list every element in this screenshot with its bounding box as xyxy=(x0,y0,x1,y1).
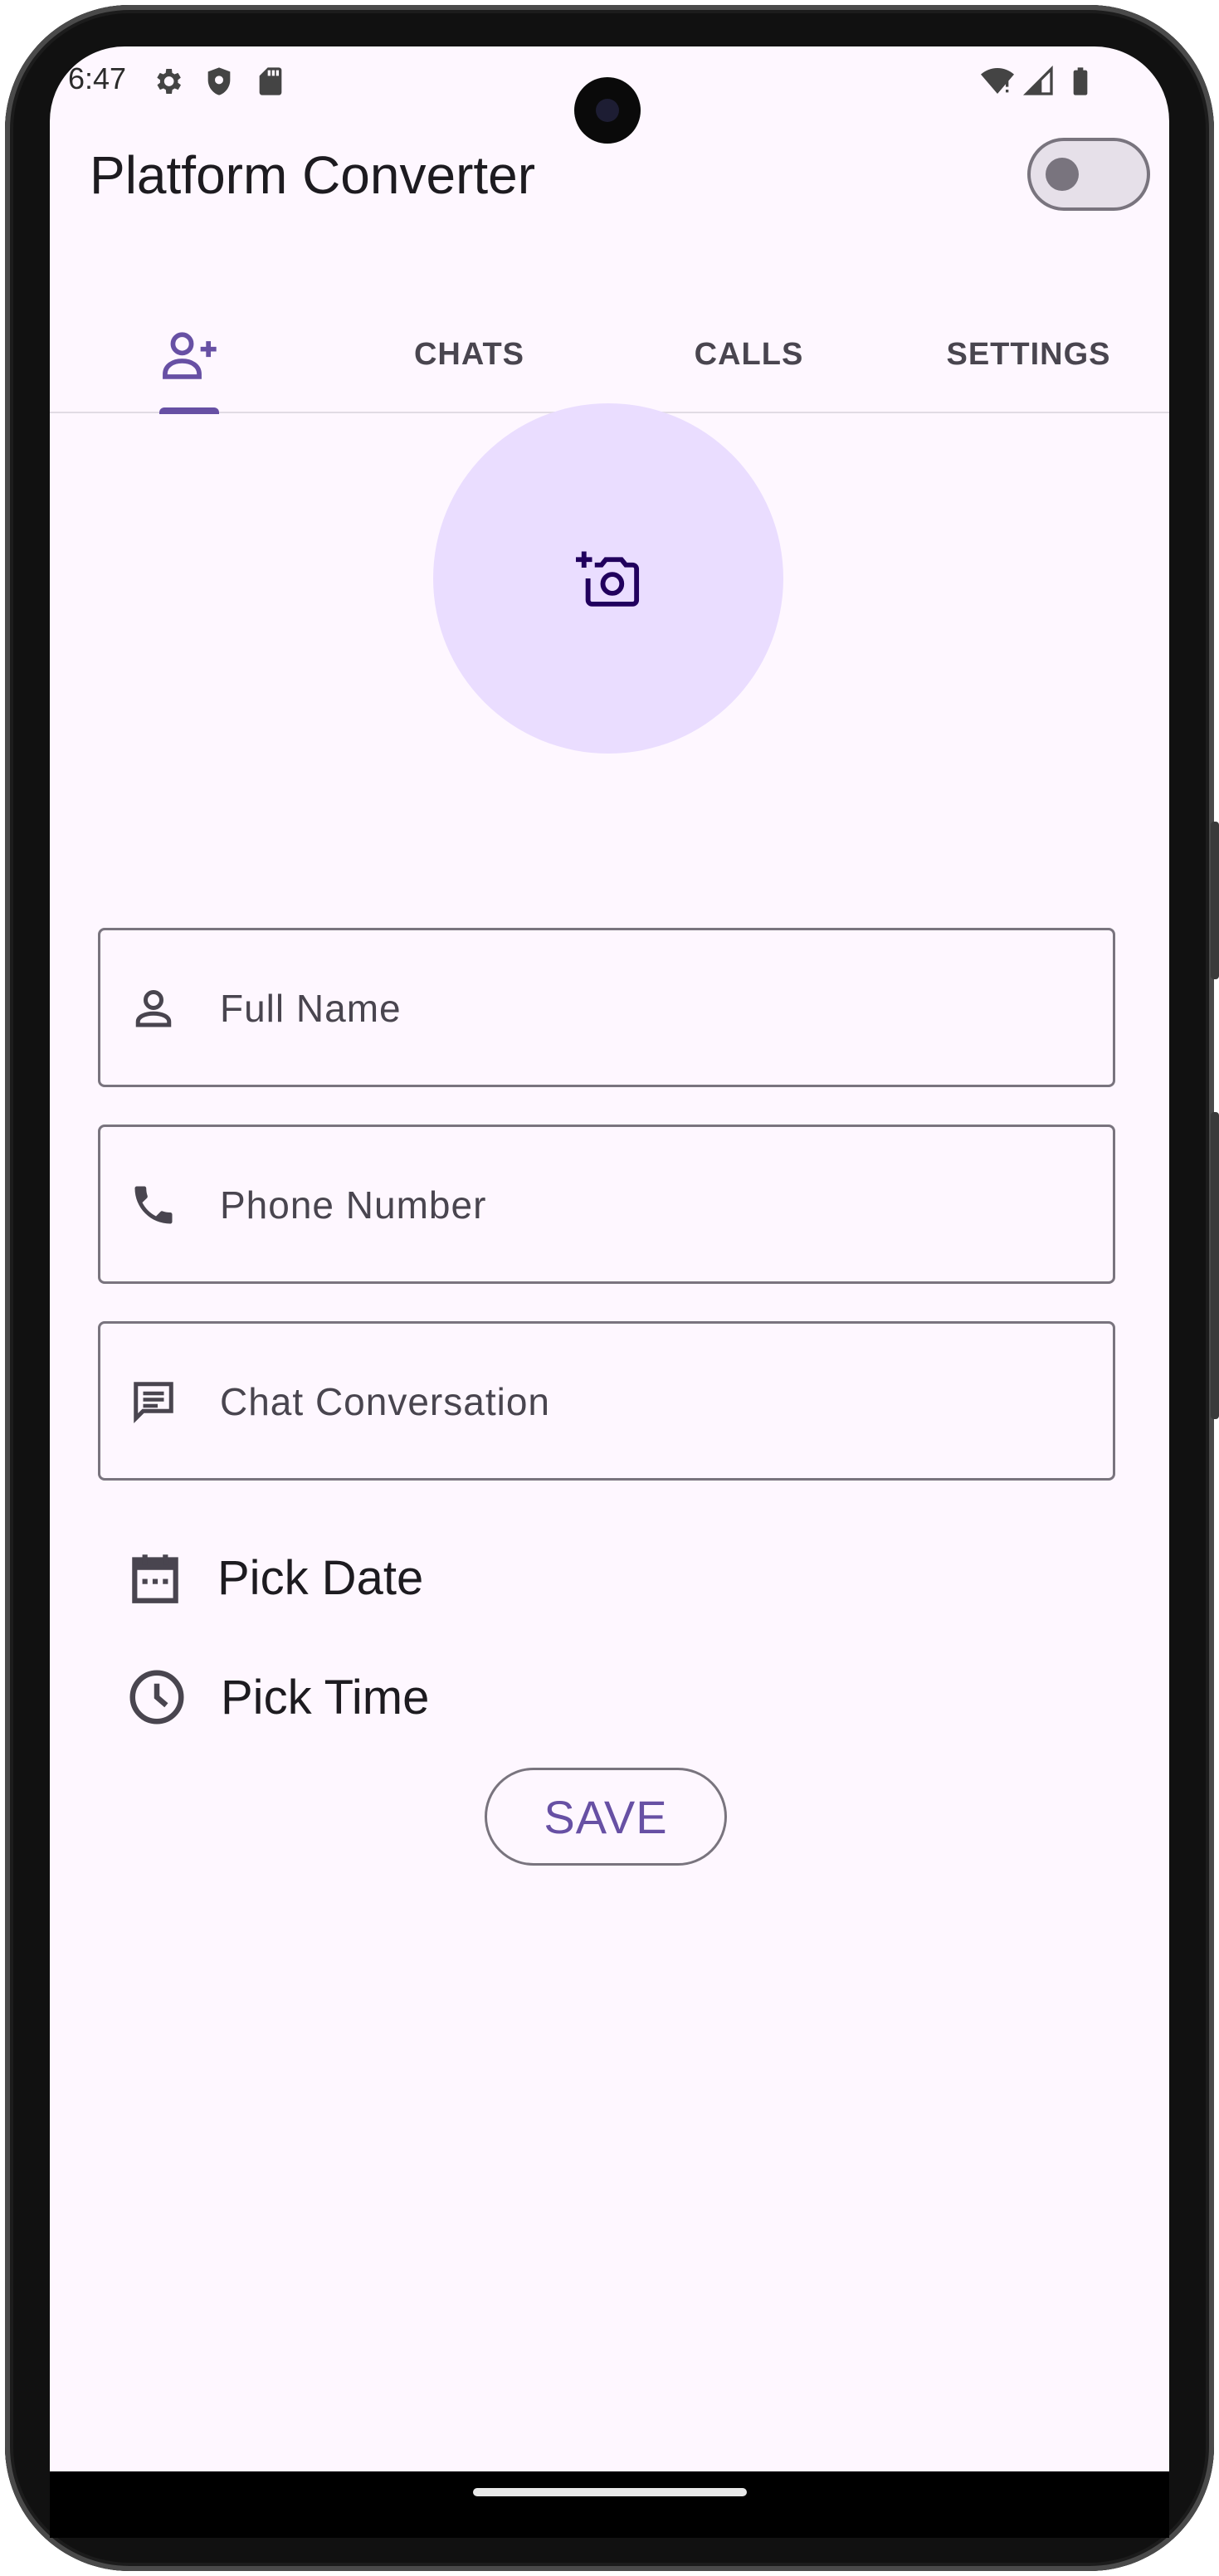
sd-card-icon xyxy=(259,67,282,95)
tab-chats-label: CHATS xyxy=(413,336,525,372)
app-title: Platform Converter xyxy=(90,145,536,205)
phone-number-input[interactable] xyxy=(218,1127,1085,1283)
home-indicator[interactable] xyxy=(473,2488,747,2496)
tab-calls-label: CALLS xyxy=(694,336,804,372)
tab-add-contact[interactable] xyxy=(50,295,329,414)
tab-bar: CHATS CALLS SETTINGS xyxy=(50,295,1169,414)
add-photo-icon xyxy=(576,551,640,607)
save-button[interactable]: SAVE xyxy=(485,1768,727,1866)
add-person-icon xyxy=(162,332,217,379)
front-camera xyxy=(574,77,641,144)
status-time: 6:47 xyxy=(68,61,127,95)
tab-settings[interactable]: SETTINGS xyxy=(889,295,1168,413)
pick-date-label: Pick Date xyxy=(217,1550,424,1605)
tab-chats[interactable]: CHATS xyxy=(329,295,609,413)
app-screen: 6:47 Platform Converter CHATS CALLS SETT… xyxy=(50,46,1169,2471)
wifi-icon xyxy=(981,68,1014,94)
calendar-icon xyxy=(132,1554,178,1603)
tab-settings-label: SETTINGS xyxy=(946,336,1111,372)
power-button xyxy=(1211,1112,1219,1419)
full-name-field[interactable] xyxy=(98,928,1115,1087)
full-name-input[interactable] xyxy=(218,930,1085,1086)
settings-icon xyxy=(157,69,181,94)
tab-selected-indicator xyxy=(159,407,219,414)
chat-icon xyxy=(134,1382,173,1424)
cell-signal-icon xyxy=(1022,65,1053,95)
shield-icon xyxy=(207,67,231,95)
phone-frame: 6:47 Platform Converter CHATS CALLS SETT… xyxy=(0,0,1219,2576)
phone-number-field[interactable] xyxy=(98,1125,1115,1284)
avatar-picker[interactable] xyxy=(433,403,783,754)
pick-time-row[interactable]: Pick Time xyxy=(124,1660,429,1734)
chat-conversation-input[interactable] xyxy=(218,1324,1085,1480)
chat-conversation-field[interactable] xyxy=(98,1321,1115,1481)
battery-icon xyxy=(1073,67,1088,95)
phone-icon xyxy=(134,1186,173,1224)
theme-toggle[interactable] xyxy=(1027,138,1150,211)
person-icon xyxy=(135,989,172,1027)
clock-icon xyxy=(129,1670,184,1725)
navigation-area xyxy=(50,2471,1169,2538)
pick-time-label: Pick Time xyxy=(221,1670,430,1725)
tab-calls[interactable]: CALLS xyxy=(609,295,889,413)
pick-date-row[interactable]: Pick Date xyxy=(124,1540,423,1615)
toggle-knob xyxy=(1046,158,1079,191)
volume-button xyxy=(1211,822,1219,979)
